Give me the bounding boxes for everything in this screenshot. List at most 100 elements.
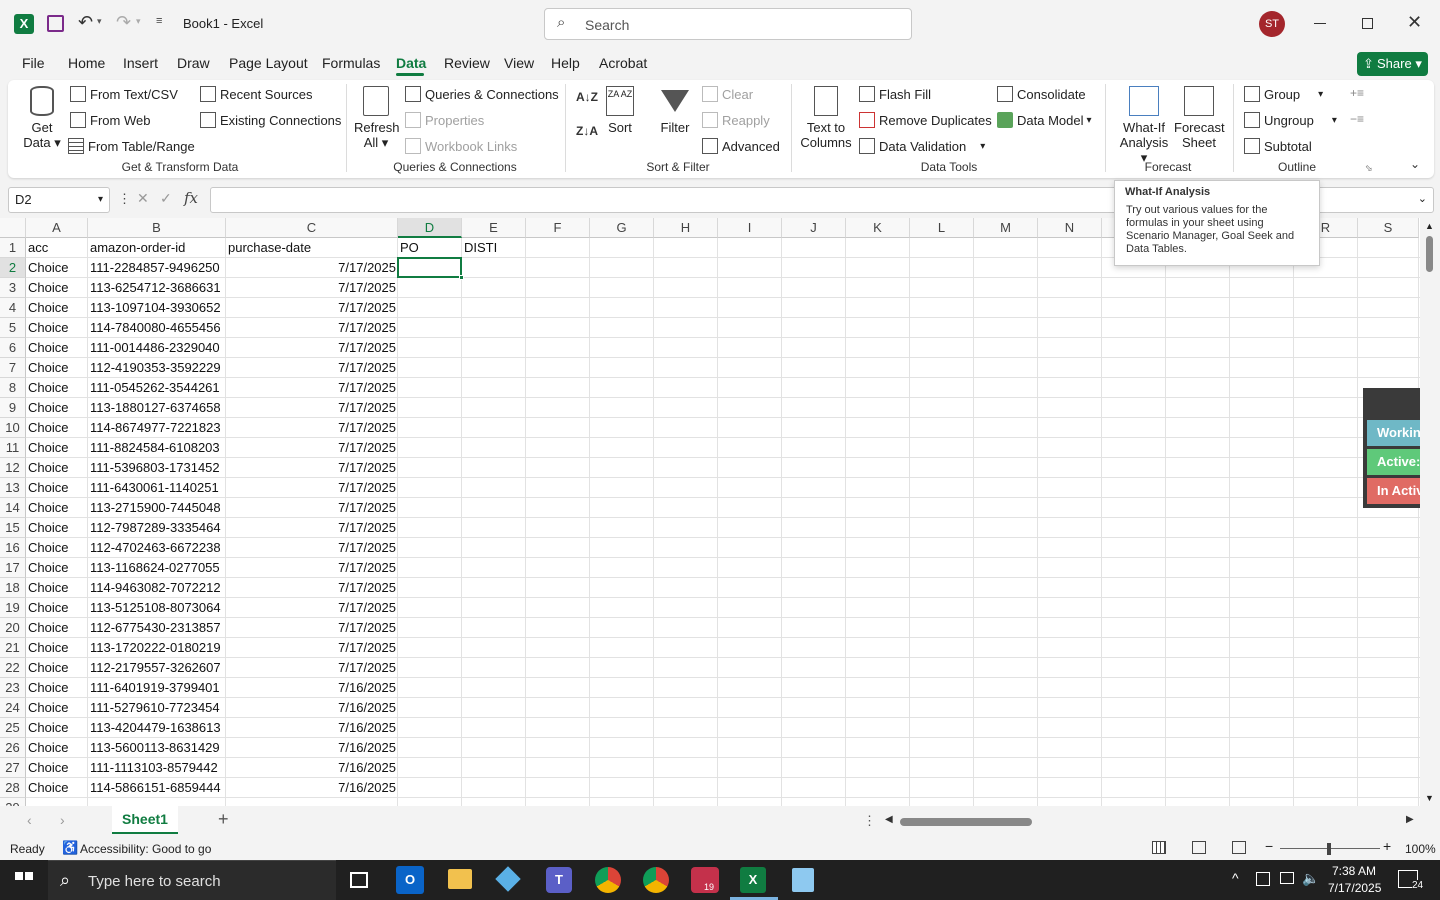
insert-function-icon[interactable]: fx bbox=[184, 189, 198, 207]
row-header[interactable]: 23 bbox=[0, 678, 26, 698]
scroll-right-icon[interactable]: ▶ bbox=[1406, 814, 1414, 825]
cell-b11[interactable]: 111-8824584-6108203 bbox=[88, 438, 226, 458]
clock-time[interactable]: 7:38 AM bbox=[1332, 864, 1376, 878]
row-header[interactable]: 17 bbox=[0, 558, 26, 578]
properties-button[interactable]: Properties bbox=[405, 112, 484, 128]
column-header-i[interactable]: I bbox=[718, 218, 782, 238]
cell-c15[interactable]: 7/17/2025 bbox=[226, 518, 398, 538]
cell-b16[interactable]: 112-4702463-6672238 bbox=[88, 538, 226, 558]
column-header-g[interactable]: G bbox=[590, 218, 654, 238]
tab-insert[interactable]: Insert bbox=[123, 55, 158, 71]
row-header[interactable]: 16 bbox=[0, 538, 26, 558]
cell-c9[interactable]: 7/17/2025 bbox=[226, 398, 398, 418]
more-options-icon[interactable]: ⋮ bbox=[118, 191, 131, 207]
cell-c16[interactable]: 7/17/2025 bbox=[226, 538, 398, 558]
sort-descending-icon[interactable]: Z↓A bbox=[576, 124, 598, 138]
tab-file[interactable]: File bbox=[22, 55, 45, 71]
redo-dropdown-icon[interactable]: ▾ bbox=[136, 16, 141, 27]
cell-a2[interactable]: Choice bbox=[26, 258, 88, 278]
what-if-analysis-button[interactable]: What-If Analysis ▾ bbox=[1116, 86, 1172, 165]
row-header[interactable]: 15 bbox=[0, 518, 26, 538]
cell-a5[interactable]: Choice bbox=[26, 318, 88, 338]
from-text-csv-button[interactable]: From Text/CSV bbox=[70, 86, 178, 102]
column-header-m[interactable]: M bbox=[974, 218, 1038, 238]
windows-start-icon[interactable] bbox=[15, 872, 33, 890]
cell-b3[interactable]: 113-6254712-3686631 bbox=[88, 278, 226, 298]
cell-c17[interactable]: 7/17/2025 bbox=[226, 558, 398, 578]
data-model-button[interactable]: Data Model ▾ bbox=[997, 112, 1092, 128]
scroll-down-icon[interactable]: ▼ bbox=[1425, 793, 1434, 803]
network-icon[interactable] bbox=[1280, 872, 1294, 884]
sort-ascending-icon[interactable]: A↓Z bbox=[576, 90, 598, 104]
cell-a3[interactable]: Choice bbox=[26, 278, 88, 298]
row-header[interactable]: 6 bbox=[0, 338, 26, 358]
workbook-links-button[interactable]: Workbook Links bbox=[405, 138, 517, 154]
column-header-n[interactable]: N bbox=[1038, 218, 1102, 238]
cell-c14[interactable]: 7/17/2025 bbox=[226, 498, 398, 518]
row-header[interactable]: 9 bbox=[0, 398, 26, 418]
cell-a21[interactable]: Choice bbox=[26, 638, 88, 658]
cancel-icon[interactable]: ✕ bbox=[137, 190, 149, 207]
row-header[interactable]: 22 bbox=[0, 658, 26, 678]
get-data-button[interactable]: Get Data ▾ bbox=[20, 86, 64, 152]
search-box[interactable]: ⌕ Search bbox=[544, 8, 912, 40]
cell-b27[interactable]: 111-1113103-8579442 bbox=[88, 758, 226, 778]
cell-a10[interactable]: Choice bbox=[26, 418, 88, 438]
cell-a16[interactable]: Choice bbox=[26, 538, 88, 558]
cell-b1[interactable]: amazon-order-id bbox=[88, 238, 226, 258]
cell-a13[interactable]: Choice bbox=[26, 478, 88, 498]
row-header[interactable]: 20 bbox=[0, 618, 26, 638]
cell-c6[interactable]: 7/17/2025 bbox=[226, 338, 398, 358]
teams-icon[interactable]: T bbox=[546, 867, 572, 893]
row-header[interactable]: 26 bbox=[0, 738, 26, 758]
cell-a1[interactable]: acc bbox=[26, 238, 88, 258]
horizontal-scroll-thumb[interactable] bbox=[900, 818, 1032, 826]
column-header-d[interactable]: D bbox=[398, 218, 462, 238]
row-header[interactable]: 2 bbox=[0, 258, 26, 278]
cell-b13[interactable]: 111-6430061-1140251 bbox=[88, 478, 226, 498]
row-header[interactable]: 5 bbox=[0, 318, 26, 338]
cell-c20[interactable]: 7/17/2025 bbox=[226, 618, 398, 638]
cell-c3[interactable]: 7/17/2025 bbox=[226, 278, 398, 298]
cell-a8[interactable]: Choice bbox=[26, 378, 88, 398]
redo-icon[interactable]: ↷ bbox=[116, 12, 131, 33]
cell-c27[interactable]: 7/16/2025 bbox=[226, 758, 398, 778]
filter-button[interactable]: Filter bbox=[658, 86, 692, 142]
cell-c19[interactable]: 7/17/2025 bbox=[226, 598, 398, 618]
row-header[interactable]: 25 bbox=[0, 718, 26, 738]
sheet-tab-sheet1[interactable]: Sheet1 bbox=[112, 806, 178, 834]
cell-a19[interactable]: Choice bbox=[26, 598, 88, 618]
cell-c24[interactable]: 7/16/2025 bbox=[226, 698, 398, 718]
cell-a12[interactable]: Choice bbox=[26, 458, 88, 478]
tab-draw[interactable]: Draw bbox=[177, 55, 210, 71]
recent-sources-button[interactable]: Recent Sources bbox=[200, 86, 313, 102]
cell-b14[interactable]: 113-2715900-7445048 bbox=[88, 498, 226, 518]
row-header[interactable]: 21 bbox=[0, 638, 26, 658]
cell-b23[interactable]: 111-6401919-3799401 bbox=[88, 678, 226, 698]
queries-connections-button[interactable]: Queries & Connections bbox=[405, 86, 559, 102]
notepad-icon[interactable] bbox=[792, 868, 814, 892]
row-header[interactable]: 7 bbox=[0, 358, 26, 378]
from-table-range-button[interactable]: From Table/Range bbox=[68, 138, 195, 154]
tab-home[interactable]: Home bbox=[68, 55, 105, 71]
cell-c22[interactable]: 7/17/2025 bbox=[226, 658, 398, 678]
task-view-icon[interactable] bbox=[350, 872, 368, 888]
cell-c26[interactable]: 7/16/2025 bbox=[226, 738, 398, 758]
column-header-e[interactable]: E bbox=[462, 218, 526, 238]
existing-connections-button[interactable]: Existing Connections bbox=[200, 112, 341, 128]
column-header-a[interactable]: A bbox=[26, 218, 88, 238]
scroll-left-icon[interactable]: ◀ bbox=[885, 814, 893, 825]
cell-b5[interactable]: 114-7840080-4655456 bbox=[88, 318, 226, 338]
zoom-in-icon[interactable]: + bbox=[1383, 838, 1391, 854]
column-header-k[interactable]: K bbox=[846, 218, 910, 238]
cell-b15[interactable]: 112-7987289-3335464 bbox=[88, 518, 226, 538]
prev-sheet-icon[interactable]: ‹ bbox=[27, 812, 32, 828]
chevron-down-icon[interactable]: ⌄ bbox=[1418, 192, 1427, 205]
cell-b20[interactable]: 112-6775430-2313857 bbox=[88, 618, 226, 638]
cell-d1[interactable]: PO bbox=[398, 238, 462, 258]
select-all-corner[interactable] bbox=[0, 218, 26, 238]
cell-b7[interactable]: 112-4190353-3592229 bbox=[88, 358, 226, 378]
cell-c28[interactable]: 7/16/2025 bbox=[226, 778, 398, 798]
cell-c21[interactable]: 7/17/2025 bbox=[226, 638, 398, 658]
active-cell-d2[interactable] bbox=[397, 257, 462, 278]
